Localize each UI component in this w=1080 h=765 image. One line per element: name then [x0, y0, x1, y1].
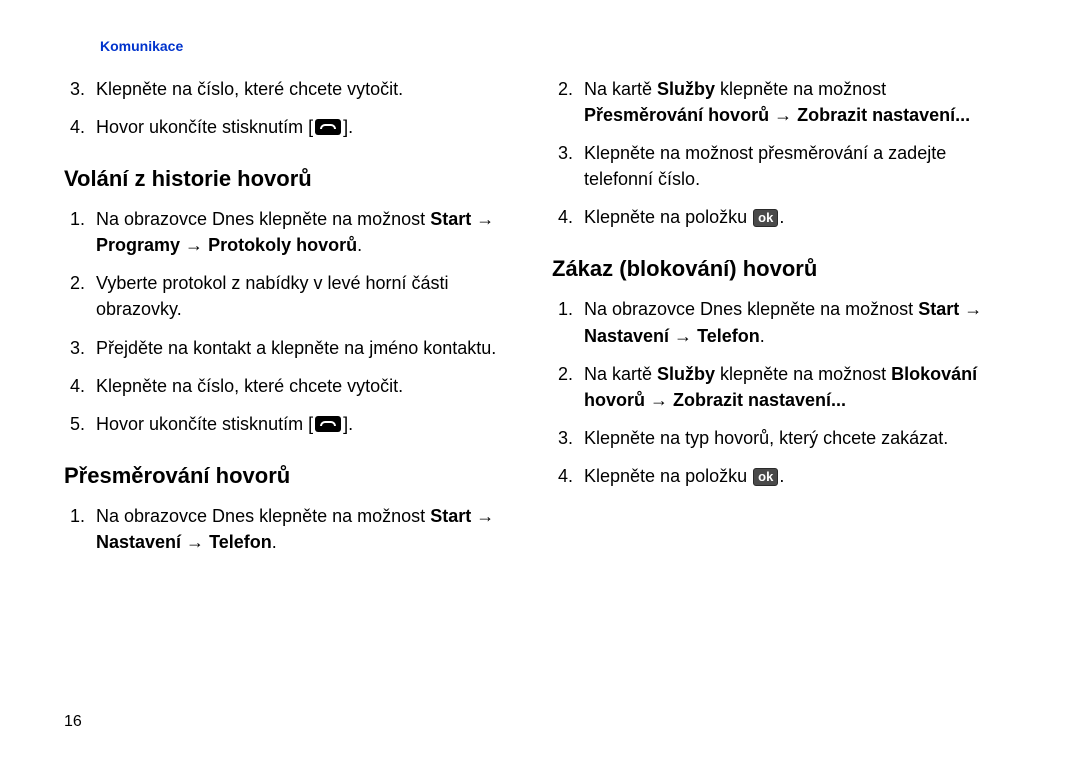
list-item: Na obrazovce Dnes klepněte na možnost St…	[578, 296, 992, 348]
left-column: Klepněte na číslo, které chcete vytočit.…	[64, 76, 504, 567]
list-item: Klepněte na položku ok.	[578, 204, 992, 230]
heading: Přesměrování hovorů	[64, 463, 504, 489]
list-item: Hovor ukončíte stisknutím [].	[90, 411, 504, 437]
list: Na obrazovce Dnes klepněte na možnost St…	[64, 206, 504, 437]
hangup-icon	[315, 416, 341, 432]
list: Na kartě Služby klepněte na možnost Přes…	[552, 76, 992, 230]
list-item: Klepněte na číslo, které chcete vytočit.	[90, 373, 504, 399]
list: Na obrazovce Dnes klepněte na možnost St…	[64, 503, 504, 555]
heading: Zákaz (blokování) hovorů	[552, 256, 992, 282]
page-number: 16	[64, 713, 82, 731]
list-item: Na obrazovce Dnes klepněte na možnost St…	[90, 206, 504, 258]
hangup-icon	[315, 119, 341, 135]
right-column: Na kartě Služby klepněte na možnost Přes…	[552, 76, 992, 567]
heading: Volání z historie hovorů	[64, 166, 504, 192]
list-item: Na kartě Služby klepněte na možnost Přes…	[578, 76, 992, 128]
ok-icon: ok	[753, 209, 778, 227]
list: Na obrazovce Dnes klepněte na možnost St…	[552, 296, 992, 489]
list-item: Vyberte protokol z nabídky v levé horní …	[90, 270, 504, 322]
list-item: Klepněte na číslo, které chcete vytočit.	[90, 76, 504, 102]
list-item: Klepněte na typ hovorů, který chcete zak…	[578, 425, 992, 451]
list-item: Klepněte na možnost přesměrování a zadej…	[578, 140, 992, 192]
columns: Klepněte na číslo, které chcete vytočit.…	[64, 76, 1016, 567]
list-item: Klepněte na položku ok.	[578, 463, 992, 489]
list-item: Hovor ukončíte stisknutím [].	[90, 114, 504, 140]
section-header: Komunikace	[100, 38, 1016, 54]
page: Komunikace Klepněte na číslo, které chce…	[0, 0, 1080, 765]
list-item: Přejděte na kontakt a klepněte na jméno …	[90, 335, 504, 361]
ok-icon: ok	[753, 468, 778, 486]
list-item: Na kartě Služby klepněte na možnost Blok…	[578, 361, 992, 413]
list: Klepněte na číslo, které chcete vytočit.…	[64, 76, 504, 140]
list-item: Na obrazovce Dnes klepněte na možnost St…	[90, 503, 504, 555]
